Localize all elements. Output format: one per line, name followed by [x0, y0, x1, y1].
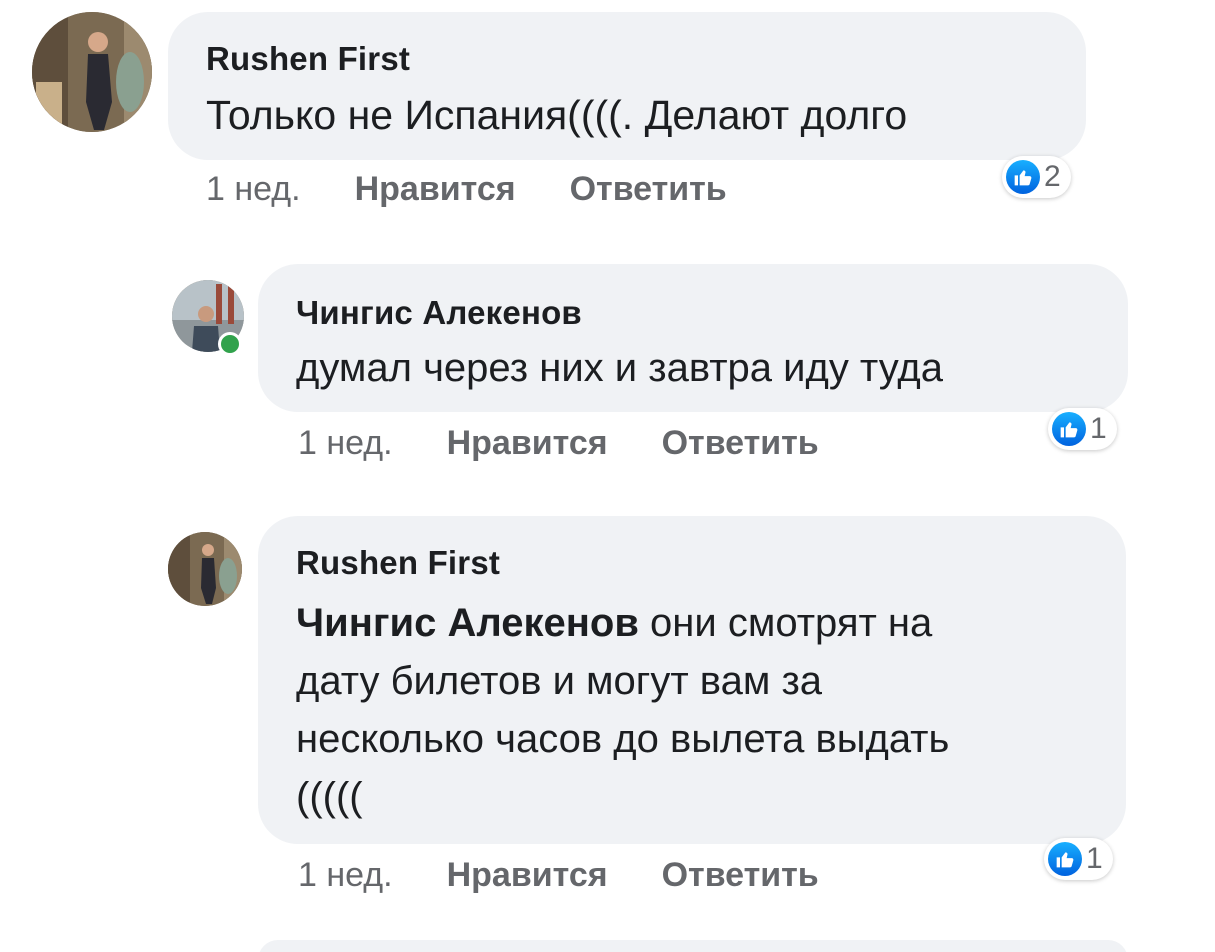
comment-text-line: несколько часов до вылета выдать — [296, 717, 950, 761]
reply-button[interactable]: Ответить — [570, 170, 727, 209]
comment-bubble: Rushen First Только не Испания((((. Дела… — [168, 12, 1086, 160]
author-name[interactable]: Rushen First — [206, 40, 410, 78]
comment-text-line: дату билетов и могут вам за — [296, 659, 823, 703]
timestamp[interactable]: 1 нед. — [206, 170, 301, 209]
timestamp[interactable]: 1 нед. — [298, 856, 393, 895]
comment-text-line: они смотрят на — [638, 601, 933, 645]
reaction-badge[interactable]: 1 — [1048, 408, 1117, 450]
avatar-image — [168, 532, 242, 606]
comment-bubble: Rushen First Чингис Алекенов они смотрят… — [258, 516, 1126, 844]
reaction-count: 1 — [1090, 412, 1107, 445]
like-button[interactable]: Нравится — [447, 424, 608, 463]
mention-link[interactable]: Чингис Алекенов — [296, 601, 639, 645]
avatar[interactable] — [168, 532, 242, 606]
comment-text: Чингис Алекенов они смотрят на дату биле… — [296, 594, 949, 826]
comment-text: думал через них и завтра иду туда — [296, 346, 943, 390]
reaction-badge[interactable]: 2 — [1002, 156, 1071, 198]
reply-button[interactable]: Ответить — [662, 424, 819, 463]
comment-meta: 1 нед. Нравится Ответить — [298, 424, 819, 463]
comment-bubble: Чингис Алекенов думал через них и завтра… — [258, 264, 1128, 412]
comment-text-line: ((((( — [296, 775, 363, 819]
comment-thread: Rushen First Только не Испания((((. Дела… — [0, 0, 1215, 952]
like-button[interactable]: Нравится — [355, 170, 516, 209]
thumbs-up-icon — [1006, 160, 1040, 194]
avatar-image — [32, 12, 152, 132]
thumbs-up-icon — [1048, 842, 1082, 876]
like-button[interactable]: Нравится — [447, 856, 608, 895]
avatar[interactable] — [32, 12, 152, 132]
author-name[interactable]: Чингис Алекенов — [296, 294, 582, 332]
timestamp[interactable]: 1 нед. — [298, 424, 393, 463]
reaction-count: 1 — [1086, 842, 1103, 875]
reaction-badge[interactable]: 1 — [1044, 838, 1113, 880]
comment-text: Только не Испания((((. Делают долго — [206, 92, 908, 138]
next-comment-bubble — [258, 940, 1128, 952]
comment-meta: 1 нед. Нравится Ответить — [206, 170, 727, 209]
reply-button[interactable]: Ответить — [662, 856, 819, 895]
author-name[interactable]: Rushen First — [296, 544, 500, 582]
comment-meta: 1 нед. Нравится Ответить — [298, 856, 819, 895]
thumbs-up-icon — [1052, 412, 1086, 446]
online-status-icon — [218, 332, 242, 356]
reaction-count: 2 — [1044, 160, 1061, 193]
